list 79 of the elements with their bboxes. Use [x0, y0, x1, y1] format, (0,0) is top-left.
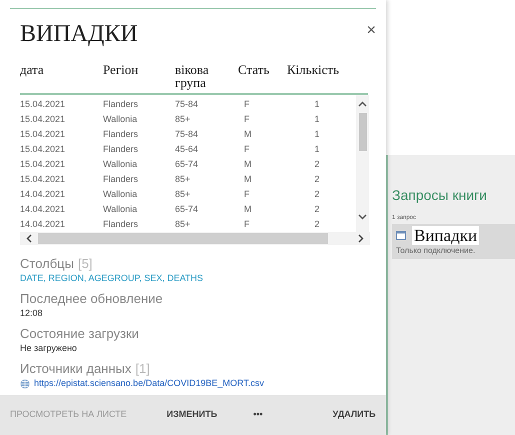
query-name: Випадки: [412, 226, 480, 245]
table-cell-text: 65-74: [175, 158, 200, 171]
close-button[interactable]: ×: [366, 23, 376, 39]
table-cell-text: Wallonia: [103, 112, 138, 126]
scroll-left-icon[interactable]: [26, 234, 32, 243]
query-item[interactable]: Випадки Только подключение.: [392, 224, 515, 259]
table-cell-text: M: [243, 128, 252, 141]
table-cell-text: 75-84: [175, 98, 200, 111]
table-cell-text: Wallonia: [103, 158, 138, 171]
table-cell-text: 2: [313, 172, 320, 186]
table-cell-text: Flanders: [103, 128, 140, 141]
column-header: дата: [20, 63, 45, 76]
table-cell-text: F: [243, 142, 250, 156]
table-cell-text: 1: [313, 112, 320, 126]
table-cell-text: Wallonia: [103, 202, 138, 216]
column-list: DATE, REGION, AGEGROUP, SEX, DEATHS: [20, 272, 366, 285]
scroll-up-icon[interactable]: [358, 101, 367, 107]
table-cell-text: 65-74: [175, 202, 200, 216]
table-cell-text: F: [243, 188, 250, 201]
table-cell-text: 2: [313, 158, 320, 171]
detail-label: Состояние загрузки: [20, 325, 139, 342]
table-cell-text: 85+: [175, 218, 192, 231]
table-cell-text: 1: [313, 98, 320, 111]
column-header: Стать: [238, 63, 270, 76]
detail-label: Столбцы: [20, 255, 74, 272]
table-cell-text: M: [243, 202, 252, 216]
globe-icon: [20, 378, 30, 388]
table-cell-text: 15.04.2021: [20, 142, 66, 156]
detail-count: [5]: [78, 255, 92, 272]
table-cell-text: 14.04.2021: [20, 218, 66, 231]
scroll-thumb[interactable]: [38, 233, 328, 244]
table-cell-text: 15.04.2021: [20, 112, 66, 126]
action-button[interactable]: •••: [253, 408, 263, 422]
table-cell-text: Flanders: [103, 142, 140, 156]
detail-value: 12:08: [20, 307, 44, 320]
action-button[interactable]: ИЗМЕНИТЬ: [166, 408, 218, 422]
table-cell-text: 75-84: [175, 128, 200, 141]
table-cell-text: 15.04.2021: [20, 172, 66, 186]
table-cell-text: 2: [313, 202, 320, 216]
table-cell-text: 85+: [175, 172, 192, 186]
table-cell-text: 15.04.2021: [20, 98, 66, 111]
table-cell-text: F: [243, 218, 250, 231]
table-cell-text: M: [243, 172, 252, 186]
table-cell-text: 45-64: [175, 142, 200, 156]
column-header: Кількість: [287, 63, 340, 76]
table-cell-text: 1: [313, 128, 320, 141]
table-cell-text: 14.04.2021: [20, 202, 66, 216]
table-cell-text: 85+: [175, 188, 192, 201]
column-header: Регіон: [103, 63, 140, 76]
scroll-thumb[interactable]: [358, 113, 366, 151]
detail-value: Не загружено: [20, 342, 78, 355]
card-title: ВИПАДКИ: [20, 20, 138, 49]
table-cell-text: 85+: [175, 112, 192, 126]
table-cell-text: Wallonia: [103, 188, 138, 201]
horizontal-scrollbar[interactable]: [20, 232, 370, 245]
table-cell-text: Flanders: [103, 98, 140, 111]
table-cell-text: 2: [313, 188, 320, 201]
table-cell-text: 2: [313, 218, 320, 231]
table-cell-text: 14.04.2021: [20, 188, 66, 201]
query-status: Только подключение.: [396, 245, 476, 257]
table-cell-text: M: [243, 158, 252, 171]
vertical-scrollbar[interactable]: [356, 95, 369, 232]
column-header: вікова група: [175, 63, 210, 89]
table-icon: [396, 231, 406, 240]
source-link[interactable]: https://epistat.sciensano.be/Data/COVID19BE_MORT.csv: [34, 377, 264, 390]
table-cell-text: Flanders: [103, 218, 140, 231]
table-cell-text: F: [243, 112, 250, 126]
table-cell-text: F: [243, 98, 250, 111]
table-cell-text: 15.04.2021: [20, 128, 66, 141]
detail-label: Последнее обновление: [20, 290, 163, 307]
table-cell-text: Flanders: [103, 172, 140, 186]
scroll-down-icon[interactable]: [358, 214, 367, 220]
table-cell-text: 15.04.2021: [20, 158, 66, 171]
table-cell-text: 1: [313, 142, 320, 156]
action-button[interactable]: УДАЛИТЬ: [332, 408, 376, 422]
detail-label: Источники данных: [20, 360, 132, 377]
panel-title: Запросы книги: [392, 186, 488, 205]
detail-count: [1]: [135, 360, 150, 377]
scroll-right-icon[interactable]: [358, 234, 364, 243]
